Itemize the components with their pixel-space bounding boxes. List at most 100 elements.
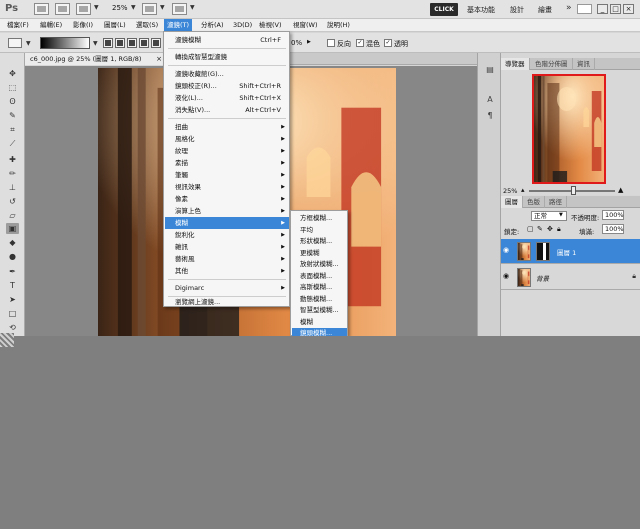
lock-position-icon[interactable]: ✥ xyxy=(547,225,553,233)
submenu-item-box-blur[interactable]: 方框模糊... xyxy=(292,213,347,225)
chevron-down-icon[interactable]: ▼ xyxy=(131,4,136,11)
zoom-slider-handle[interactable] xyxy=(571,186,576,195)
layer-fill-input[interactable]: 100% xyxy=(602,224,624,234)
pen-tool-icon[interactable]: ✒ xyxy=(6,266,19,277)
chevron-down-icon[interactable]: ▼ xyxy=(93,40,98,47)
eye-icon[interactable]: ◉ xyxy=(503,272,513,282)
gradient-tool-preset-icon[interactable] xyxy=(8,38,22,48)
chevron-down-icon[interactable]: ▼ xyxy=(160,4,165,11)
minimize-button[interactable]: _ xyxy=(597,4,608,14)
menu-item-artistic[interactable]: 藝術風 ▶ xyxy=(165,253,289,265)
gradient-tool-icon[interactable]: ▣ xyxy=(6,223,19,234)
menu-item-liquify[interactable]: 液化(L)... Shift+Ctrl+X xyxy=(165,92,289,104)
gradient-swatch[interactable] xyxy=(40,37,90,49)
dither-checkbox[interactable]: ✓ xyxy=(356,39,364,47)
blur-tool-icon[interactable]: ◆ xyxy=(6,237,19,248)
type-tool-icon[interactable]: T xyxy=(6,280,19,291)
tab-histogram[interactable]: 色階分佈圖 xyxy=(531,58,573,70)
tab-navigator[interactable]: 導覽器 xyxy=(501,58,530,70)
menu-select[interactable]: 選取(S) xyxy=(133,19,161,32)
navigator-zoom-value[interactable]: 25% xyxy=(503,187,517,195)
dodge-tool-icon[interactable]: ● xyxy=(6,251,19,262)
menu-item-filter-gallery[interactable]: 濾鏡收藏館(G)... xyxy=(165,68,289,80)
layer-name[interactable]: 圖層 1 xyxy=(557,247,576,257)
healing-brush-tool-icon[interactable]: ✚ xyxy=(6,154,19,165)
menu-item-digimarc[interactable]: Digimarc ▶ xyxy=(165,282,289,294)
menu-item-noise[interactable]: 雜訊 ▶ xyxy=(165,241,289,253)
menu-item-distort[interactable]: 扭曲 ▶ xyxy=(165,121,289,133)
menu-item-last-filter[interactable]: 濾鏡模糊 Ctrl+F xyxy=(165,34,289,46)
tab-channels[interactable]: 色版 xyxy=(523,196,545,208)
submenu-item-average[interactable]: 平均 xyxy=(292,225,347,237)
mini-bridge-icon[interactable] xyxy=(55,3,70,15)
lock-transparent-icon[interactable]: ▢ xyxy=(527,225,534,233)
quick-selection-tool-icon[interactable]: ✎ xyxy=(6,110,19,121)
menu-item-blur[interactable]: 模糊 ▶ xyxy=(165,217,289,229)
paragraph-panel-icon[interactable]: ¶ xyxy=(483,111,497,123)
3d-rotate-tool-icon[interactable]: ⟲ xyxy=(6,322,19,333)
close-button[interactable]: × xyxy=(623,4,634,14)
lock-all-icon[interactable]: 🔒︎ xyxy=(557,225,561,234)
menu-help[interactable]: 說明(H) xyxy=(324,19,353,32)
bridge-icon[interactable] xyxy=(34,3,49,15)
chevron-down-icon[interactable]: ▼ xyxy=(26,40,31,47)
diamond-gradient-icon[interactable] xyxy=(151,38,161,48)
menu-item-smart-filter[interactable]: 轉換成智慧型濾鏡 xyxy=(165,51,289,63)
brush-tool-icon[interactable]: ✏ xyxy=(6,168,19,179)
history-panel-icon[interactable]: ▤ xyxy=(483,65,497,77)
menu-file[interactable]: 檔案(F) xyxy=(4,19,32,32)
search-input[interactable] xyxy=(577,4,592,14)
arrange-documents-icon[interactable] xyxy=(142,3,157,15)
menu-item-vanishing-point[interactable]: 消失點(V)... Alt+Ctrl+V xyxy=(165,104,289,116)
linear-gradient-icon[interactable] xyxy=(103,38,113,48)
menu-layer[interactable]: 圖層(L) xyxy=(101,19,129,32)
chevron-right-icon[interactable]: ▶ xyxy=(307,39,313,47)
resize-grip-icon[interactable] xyxy=(0,333,14,347)
workspace-overflow-icon[interactable]: » xyxy=(566,3,572,13)
menu-item-lens-correction[interactable]: 鏡頭校正(R)... Shift+Ctrl+R xyxy=(165,80,289,92)
menu-item-other[interactable]: 其他 ▶ xyxy=(165,265,289,277)
layer-name[interactable]: 背景 xyxy=(536,273,549,283)
view-extras-icon[interactable] xyxy=(76,3,91,15)
menu-edit[interactable]: 編輯(E) xyxy=(37,19,65,32)
click-button[interactable]: CLICK xyxy=(430,3,458,16)
tab-layers[interactable]: 圖層 xyxy=(501,196,523,208)
maximize-button[interactable]: □ xyxy=(610,4,621,14)
submenu-item-motion-blur[interactable]: 動態模糊... xyxy=(292,294,347,306)
menu-item-render[interactable]: 演算上色 ▶ xyxy=(165,205,289,217)
transparency-checkbox[interactable]: ✓ xyxy=(384,39,392,47)
menu-item-browse-online[interactable]: 瀏覽網上濾鏡... xyxy=(165,296,289,308)
zoom-level[interactable]: 25% xyxy=(112,4,128,12)
submenu-item-blur-more[interactable]: 更模糊 xyxy=(292,248,347,260)
submenu-item-radial-blur[interactable]: 放射狀模糊... xyxy=(292,259,347,271)
radial-gradient-icon[interactable] xyxy=(115,38,125,48)
chevron-down-icon[interactable]: ▼ xyxy=(190,4,195,11)
menu-image[interactable]: 影像(I) xyxy=(70,19,96,32)
menu-item-stylize[interactable]: 風格化 ▶ xyxy=(165,133,289,145)
submenu-item-lens-blur[interactable]: 鏡頭模糊... xyxy=(292,328,347,336)
submenu-item-surface-blur[interactable]: 表面模糊... xyxy=(292,271,347,283)
reflected-gradient-icon[interactable] xyxy=(139,38,149,48)
lasso-tool-icon[interactable]: ʘ xyxy=(6,96,19,107)
document-tab[interactable]: c6_000.jpg @ 25% (圖層 1, RGB/8) × xyxy=(25,53,167,65)
opacity-value[interactable]: 0% xyxy=(291,39,302,47)
screen-mode-icon[interactable] xyxy=(172,3,187,15)
layer-mask-thumbnail[interactable] xyxy=(536,242,550,261)
menu-window[interactable]: 視窗(W) xyxy=(290,19,321,32)
workspace-essentials[interactable]: 基本功能 xyxy=(467,5,495,15)
submenu-item-blur[interactable]: 模糊 xyxy=(292,317,347,329)
menu-item-texture[interactable]: 紋理 ▶ xyxy=(165,145,289,157)
chevron-down-icon[interactable]: ▼ xyxy=(94,4,99,11)
menu-item-sketch[interactable]: 素描 ▶ xyxy=(165,157,289,169)
navigator-view-frame[interactable] xyxy=(532,74,606,184)
shape-tool-icon[interactable]: □ xyxy=(6,308,19,319)
workspace-design[interactable]: 設計 xyxy=(510,5,524,15)
submenu-item-gaussian-blur[interactable]: 高斯模糊... xyxy=(292,282,347,294)
eyedropper-tool-icon[interactable]: ⟋ xyxy=(6,138,19,149)
path-selection-tool-icon[interactable]: ➤ xyxy=(6,294,19,305)
crop-tool-icon[interactable]: ⌗ xyxy=(6,124,19,135)
zoom-in-icon[interactable]: ▲ xyxy=(618,186,623,194)
layer-row[interactable]: ◉ 背景 🔒︎ xyxy=(501,265,640,290)
move-tool-icon[interactable]: ✥ xyxy=(6,68,19,79)
layer-row[interactable]: ◉ 圖層 1 xyxy=(501,239,640,264)
